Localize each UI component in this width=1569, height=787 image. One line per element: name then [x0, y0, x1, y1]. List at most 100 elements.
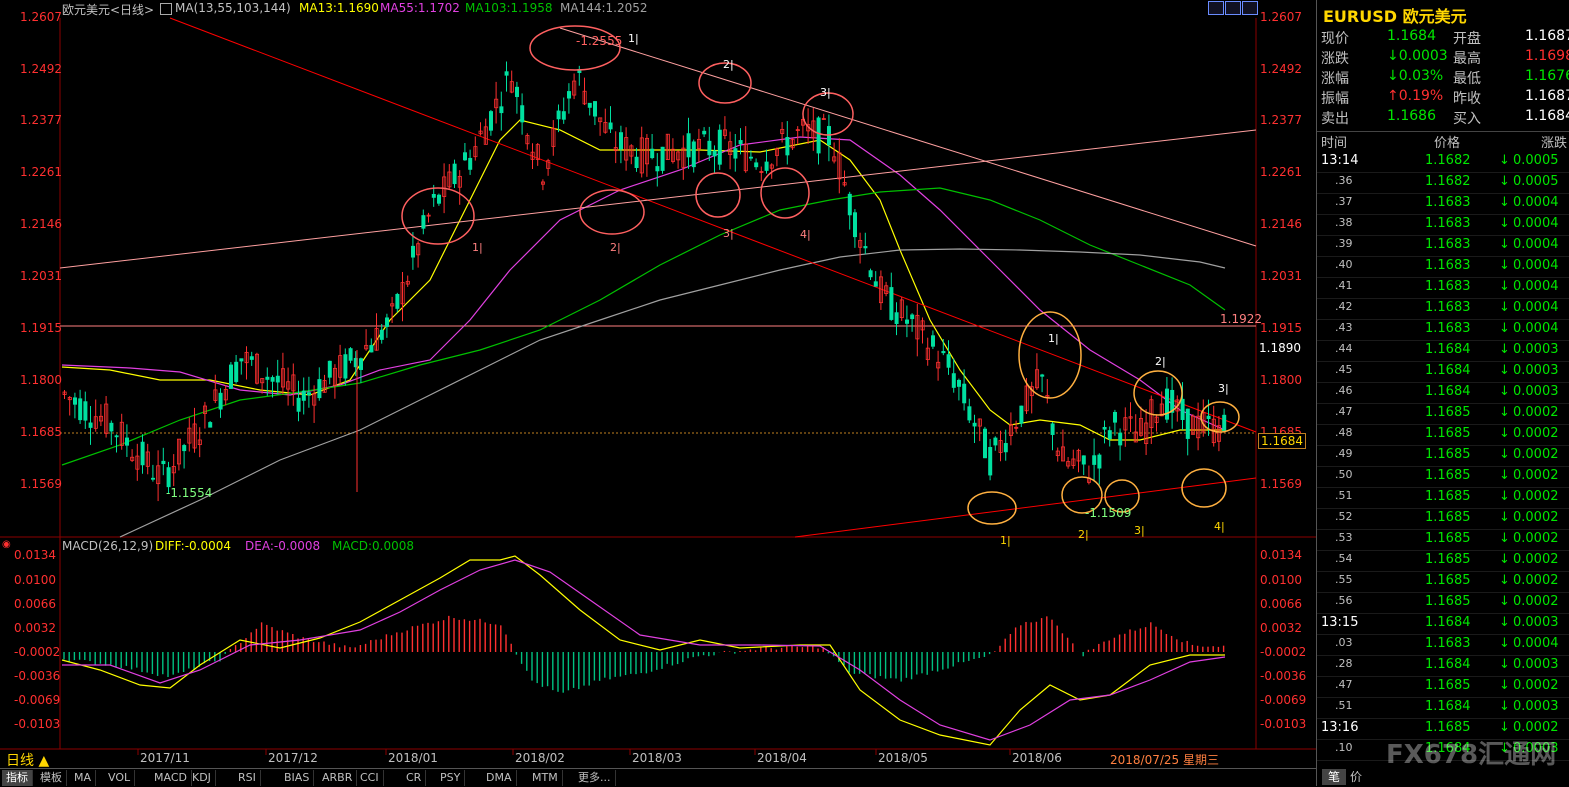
quote-label: 涨跌	[1321, 51, 1349, 67]
price-axis-left-label: 1.2146	[20, 217, 62, 231]
candle-body	[816, 117, 821, 154]
tick-price: 1.1683	[1425, 258, 1471, 273]
macd-settings-icon[interactable]: ◉	[2, 539, 11, 550]
tick-price: 1.1683	[1425, 300, 1471, 315]
tick-time: .53	[1335, 531, 1353, 544]
indicator-tab[interactable]: KDJ	[188, 770, 216, 786]
tick-time: 13:16	[1321, 720, 1359, 735]
indicator-tab[interactable]: VOL	[104, 770, 136, 786]
tick-change: 0.0002	[1513, 594, 1559, 609]
tick-price: 1.1685	[1425, 426, 1471, 441]
tick-change: 0.0002	[1513, 552, 1559, 567]
tick-change: 0.0004	[1513, 258, 1559, 273]
ma55-line	[61, 136, 1226, 431]
wave-mark: 1|	[1000, 534, 1011, 547]
indicator-tab[interactable]: MACD	[150, 770, 192, 786]
tick-row: .44 1.1684 ↓ 0.0003	[1317, 340, 1569, 362]
candle-body	[462, 152, 467, 161]
candle-body	[301, 390, 306, 401]
candle-body	[182, 445, 187, 452]
down-arrow-icon: ↓	[1499, 321, 1510, 336]
indicator-tab[interactable]: DMA	[482, 770, 517, 786]
macd-axis-right-label: -0.0103	[1260, 717, 1306, 731]
candle-body	[957, 379, 962, 387]
candle-body	[593, 101, 598, 117]
candle-body	[436, 194, 441, 204]
candle-body	[161, 460, 166, 465]
quote-label: 最高	[1453, 51, 1481, 67]
wave-circle	[579, 189, 645, 235]
indicator-tab[interactable]: MA	[70, 770, 97, 786]
indicator-tab[interactable]: 模板	[36, 770, 67, 786]
candle-body	[764, 161, 769, 171]
tick-price: 1.1685	[1425, 510, 1471, 525]
candle-body	[972, 422, 977, 427]
indicator-tabbar: 指标 模板 MA VOL MACD KDJ RSI BIAS ARBR CCI CR PSY DMA MT…	[0, 768, 1316, 787]
candle-body	[1222, 414, 1227, 431]
period-selector[interactable]: 日线 ▲	[6, 750, 49, 770]
indicator-tab[interactable]: CCI	[356, 770, 384, 786]
indicator-tab[interactable]: CR	[402, 770, 427, 786]
down-arrow-icon: ↓	[1499, 447, 1510, 462]
quote-row: 振幅 ↑0.19% 昨收 1.1687	[1317, 87, 1569, 107]
quote-row: 现价 1.1684 开盘 1.1687	[1317, 27, 1569, 47]
down-arrow-icon: ↓	[1499, 384, 1510, 399]
macd-axis-left-label: -0.0103	[14, 717, 60, 731]
candle-body	[556, 110, 561, 120]
tick-change: 0.0004	[1513, 216, 1559, 231]
candle-body	[452, 163, 457, 185]
candle-body	[317, 379, 322, 399]
candle-body	[785, 137, 790, 156]
down-arrow-icon: ↓	[1499, 552, 1510, 567]
tick-change: 0.0002	[1513, 678, 1559, 693]
candle-body	[1102, 427, 1107, 430]
quote-label: 开盘	[1453, 31, 1481, 47]
indicator-tab[interactable]: 更多...	[574, 770, 616, 786]
candle-body	[712, 150, 717, 157]
candle-body	[993, 437, 998, 446]
down-arrow-icon: ↓	[1499, 678, 1510, 693]
wave-mark: 3|	[1218, 382, 1229, 395]
wave-circle	[1018, 311, 1082, 399]
down-arrow-icon: ↓	[1499, 258, 1510, 273]
tick-row: .56 1.1685 ↓ 0.0002	[1317, 592, 1569, 614]
upper-downtrend-line	[559, 27, 1257, 247]
tab-price[interactable]: 价	[1350, 769, 1362, 785]
wave-mark: 3|	[1134, 524, 1145, 537]
macd-axis-right-label: 0.0032	[1260, 621, 1302, 635]
candle-body	[717, 129, 722, 165]
quote-label: 振幅	[1321, 91, 1349, 107]
tick-change: 0.0004	[1513, 300, 1559, 315]
down-arrow-icon: ↓	[1499, 594, 1510, 609]
candle-body	[1097, 454, 1102, 469]
wave-mark: 2|	[1155, 355, 1166, 368]
tick-change: 0.0002	[1513, 468, 1559, 483]
rising-line	[59, 129, 1257, 269]
tick-change: 0.0004	[1513, 321, 1559, 336]
price-axis-left-label: 1.2492	[20, 62, 62, 76]
ma-settings-icon[interactable]	[160, 2, 172, 15]
date-label: 2018/07/25 星期三	[1110, 753, 1219, 767]
tick-change: 0.0005	[1513, 153, 1559, 168]
tab-trades[interactable]: 笔	[1322, 769, 1347, 785]
indicator-tab[interactable]: RSI	[234, 770, 261, 786]
tick-price: 1.1685	[1425, 552, 1471, 567]
candle-body	[234, 361, 239, 382]
indicator-tab[interactable]: BIAS	[280, 770, 315, 786]
price-axis-left-label: 1.2377	[20, 113, 62, 127]
indicator-tab[interactable]: 指标	[2, 770, 33, 786]
indicator-tab[interactable]: ARBR	[318, 770, 358, 786]
down-arrow-icon: ↓	[1499, 489, 1510, 504]
indicator-tab[interactable]: MTM	[528, 770, 563, 786]
candle-body	[686, 133, 691, 158]
zoom-in-icon[interactable]	[1208, 1, 1224, 15]
tick-price: 1.1683	[1425, 321, 1471, 336]
tick-row: .55 1.1685 ↓ 0.0002	[1317, 571, 1569, 593]
tick-row: .43 1.1683 ↓ 0.0004	[1317, 319, 1569, 341]
indicator-tab[interactable]: PSY	[436, 770, 466, 786]
tick-time: .42	[1335, 300, 1353, 313]
candle-body	[239, 358, 244, 362]
down-arrow-icon: ↓	[1499, 216, 1510, 231]
zoom-out-icon[interactable]	[1225, 1, 1241, 15]
window-icon[interactable]	[1242, 1, 1258, 15]
